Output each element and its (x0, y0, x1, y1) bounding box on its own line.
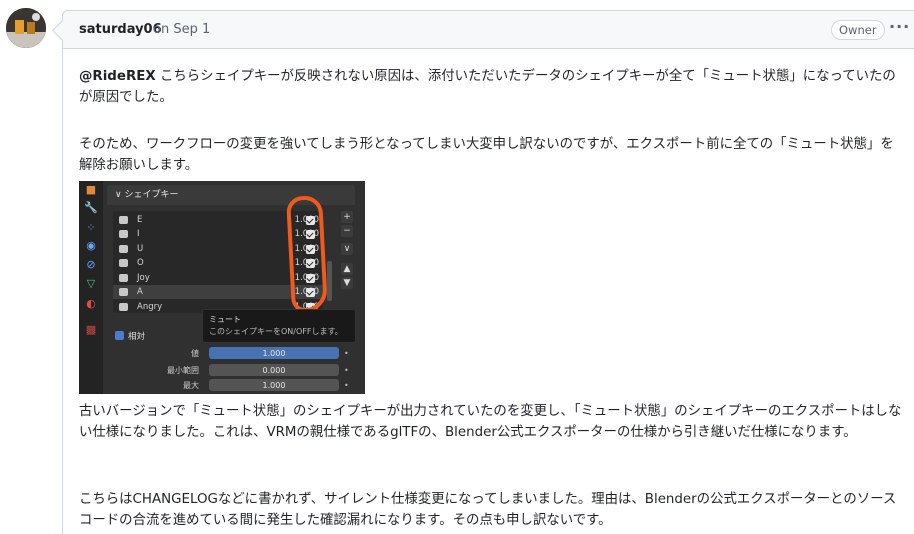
shape-key-icon (119, 288, 128, 296)
particles-icon: ⁘ (86, 221, 96, 234)
move-down-icon[interactable]: ▼ (341, 277, 353, 289)
comment-box: saturday06 on Sep 1 Owner ··· @RideREX こ… (62, 10, 914, 534)
shape-key-icon (119, 216, 128, 224)
move-up-icon[interactable]: ▲ (341, 263, 353, 275)
tool-icon: ■ (85, 183, 97, 196)
checkbox-icon (115, 331, 124, 340)
shape-key-icon (119, 230, 128, 238)
owner-badge: Owner (831, 20, 885, 40)
shape-key-icon (119, 245, 128, 253)
material-icon: ◐ (86, 297, 96, 310)
add-shape-key-button[interactable]: + (341, 211, 353, 223)
constraint-icon: ⊘ (86, 258, 96, 271)
comment-paragraph-1: @RideREX こちらシェイプキーが反映されない原因は、添付いただいたデータの… (79, 66, 907, 108)
relative-checkbox[interactable]: 相対 (115, 330, 145, 342)
attached-screenshot[interactable]: ■ 🔧 ⁘ ◉ ⊘ ▽ ◐ ▩ ∨ シェイプキー E1.000 I1.000 U… (79, 181, 365, 394)
keyframe-dot-icon[interactable]: • (344, 347, 349, 360)
paragraph-text: こちらシェイプキーが反映されない原因は、添付いただいたデータのシェイプキーが全て… (79, 69, 896, 105)
texture-icon: ▩ (85, 323, 97, 336)
avatar-image (6, 8, 46, 48)
keyframe-dot-icon[interactable]: • (344, 379, 349, 392)
kebab-menu-icon[interactable]: ··· (889, 17, 910, 36)
shape-key-icon (119, 274, 128, 282)
highlight-annotation (285, 195, 329, 313)
comment-paragraph-2: そのため、ワークフローの変更を強いてしまう形となってしまい大変申し訳ないのですが… (79, 137, 894, 173)
comment-paragraph-4: こちらはCHANGELOGなどに書かれず、サイレント仕様変更になってしまいました… (79, 492, 897, 528)
author-link[interactable]: saturday06 (79, 22, 162, 37)
keyframe-dot-icon[interactable]: • (344, 364, 349, 377)
physics-icon: ◉ (86, 239, 96, 252)
remove-shape-key-button[interactable]: − (341, 225, 353, 237)
timestamp-link[interactable]: on Sep 1 (153, 22, 210, 37)
specials-menu-icon[interactable]: ∨ (341, 243, 353, 255)
shape-key-icon (119, 259, 128, 267)
wrench-icon: 🔧 (84, 201, 98, 214)
tooltip-title: ミュート (209, 315, 241, 324)
comment-paragraph-3: 古いバージョンで「ミュート状態」のシェイプキーが出力されていたのを変更し、「ミュ… (79, 404, 902, 440)
user-mention-link[interactable]: @RideREX (79, 69, 156, 84)
mute-tooltip: ミュート このシェイプキーをON/OFFします。 (202, 309, 356, 343)
mesh-data-icon: ▽ (86, 277, 96, 290)
panel-title: シェイプキー (124, 190, 179, 200)
shape-key-icon (119, 303, 128, 311)
list-scrollbar[interactable] (327, 261, 332, 301)
comment-header: saturday06 on Sep 1 Owner ··· (63, 11, 914, 49)
avatar[interactable] (6, 8, 46, 48)
tooltip-description: このシェイプキーをON/OFFします。 (209, 327, 343, 336)
properties-toolbar: ■ 🔧 ⁘ ◉ ⊘ ▽ ◐ ▩ (79, 181, 103, 394)
